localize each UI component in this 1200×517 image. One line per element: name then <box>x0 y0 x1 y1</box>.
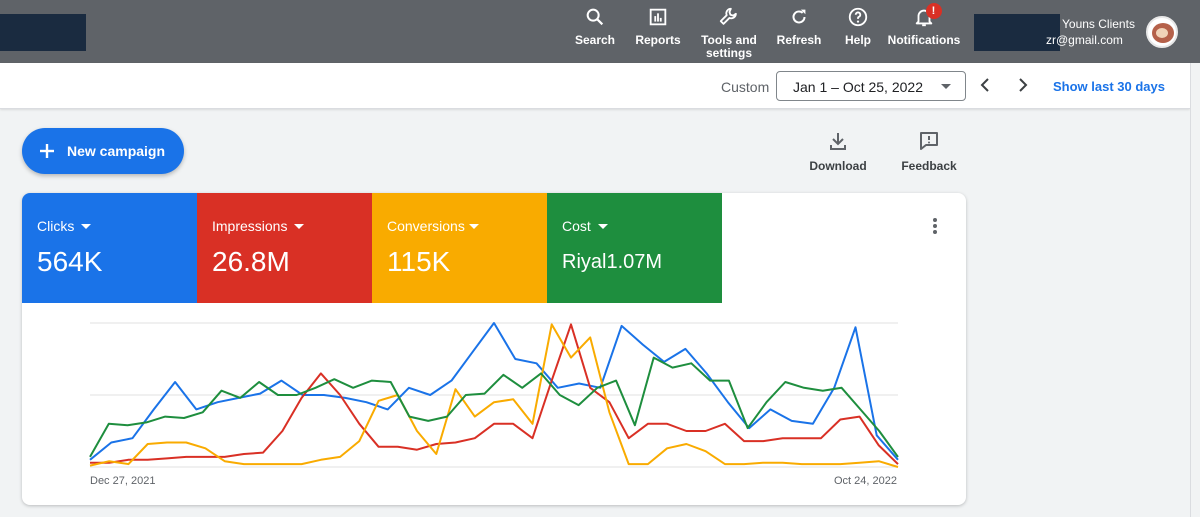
caret-down-icon <box>294 224 304 229</box>
help-icon <box>848 7 868 27</box>
more-options-icon[interactable] <box>928 217 942 237</box>
chevron-right-icon[interactable] <box>1013 75 1033 95</box>
caret-down-icon <box>81 224 91 229</box>
series-line-impressions <box>90 323 899 465</box>
nav-search-label: Search <box>574 33 616 47</box>
nav-search[interactable]: Search <box>572 6 618 62</box>
nav-tools-label: Tools and settings <box>701 33 757 60</box>
caret-down-icon <box>941 84 951 89</box>
avatar-face <box>1156 28 1168 38</box>
metric-conversions-value: 115K <box>387 246 451 277</box>
show-last-30-days-link[interactable]: Show last 30 days <box>1053 79 1165 94</box>
metric-impressions[interactable]: Impressions 26.8M <box>197 193 372 303</box>
date-range-value: Jan 1 – Oct 25, 2022 <box>793 79 923 95</box>
metric-conversions-label: Conversions <box>387 218 465 234</box>
nav-reports-label: Reports <box>635 33 681 47</box>
caret-down-icon <box>598 224 608 229</box>
metric-cost-label: Cost <box>562 218 591 234</box>
nav-notifications[interactable]: ! Notifications <box>886 3 962 62</box>
metric-clicks[interactable]: Clicks 564K <box>22 193 197 303</box>
new-campaign-label: New campaign <box>67 143 166 159</box>
feedback-icon <box>920 132 938 150</box>
date-range-bar: Custom Jan 1 – Oct 25, 2022 Show last 30… <box>0 63 1190 109</box>
reports-icon <box>649 8 667 26</box>
nav-help-label: Help <box>844 33 871 47</box>
account-name: Youns Clients <box>1062 17 1135 31</box>
nav-help[interactable]: Help <box>838 6 878 62</box>
nav-notifications-label: Notifications <box>887 33 961 47</box>
x-axis-start-label: Dec 27, 2021 <box>90 475 156 487</box>
metric-clicks-value: 564K <box>37 246 103 277</box>
refresh-icon <box>792 9 806 24</box>
wrench-icon <box>719 7 737 25</box>
nav-reports[interactable]: Reports <box>634 6 682 62</box>
download-label: Download <box>809 159 867 173</box>
series-line-cost <box>89 356 899 458</box>
page-scrollbar[interactable] <box>1190 63 1200 517</box>
download-icon <box>830 133 846 150</box>
top-header: Search Reports Tools and settings Refres… <box>0 0 1200 63</box>
search-icon <box>586 8 604 26</box>
nav-refresh-label: Refresh <box>776 33 822 47</box>
feedback-label: Feedback <box>901 159 957 173</box>
redacted-logo-area <box>0 14 86 51</box>
x-axis-end-label: Oct 24, 2022 <box>834 475 897 487</box>
metric-cost-value: Riyal1.07M <box>562 251 663 273</box>
metric-impressions-value: 26.8M <box>212 246 290 277</box>
nav-tools-settings[interactable]: Tools and settings <box>698 6 760 62</box>
download-button[interactable]: Download <box>808 130 868 173</box>
series-line-conversions <box>89 323 899 468</box>
metric-conversions[interactable]: Conversions 115K <box>372 193 547 303</box>
performance-chart <box>89 322 899 468</box>
caret-down-icon <box>469 224 479 229</box>
account-email: zr@gmail.com <box>1046 33 1123 47</box>
performance-card: Clicks 564K Impressions 26.8M Conversion… <box>22 193 966 505</box>
nav-refresh[interactable]: Refresh <box>774 6 824 62</box>
avatar[interactable] <box>1146 16 1178 48</box>
chevron-left-icon[interactable] <box>975 75 995 95</box>
notification-badge: ! <box>925 3 942 19</box>
new-campaign-button[interactable]: New campaign <box>22 128 184 174</box>
metric-clicks-label: Clicks <box>37 218 75 234</box>
feedback-button[interactable]: Feedback <box>899 130 959 173</box>
metric-cost[interactable]: Cost Riyal1.07M <box>547 193 722 303</box>
date-range-type: Custom <box>721 79 770 95</box>
date-range-picker[interactable]: Jan 1 – Oct 25, 2022 <box>776 71 966 101</box>
plus-icon <box>40 144 54 158</box>
metric-impressions-label: Impressions <box>212 218 288 234</box>
